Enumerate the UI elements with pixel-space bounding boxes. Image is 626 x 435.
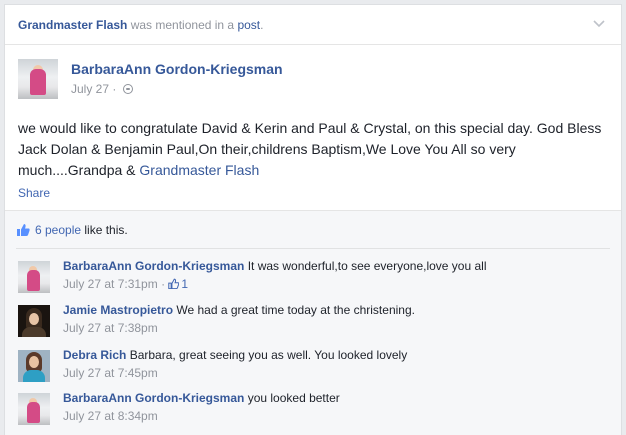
post-date[interactable]: July 27 xyxy=(71,82,109,96)
comment-timestamp[interactable]: July 27 at 7:45pm xyxy=(63,366,158,380)
comment-timestamp[interactable]: July 27 at 7:38pm xyxy=(63,321,158,335)
post-meta: July 27 · xyxy=(71,82,133,96)
comment-text: you looked better xyxy=(244,391,340,405)
commenter-name[interactable]: Jamie Mastropietro xyxy=(63,303,173,317)
meta-separator: · xyxy=(109,82,120,96)
comment-timestamp[interactable]: July 27 at 8:34pm xyxy=(63,409,158,423)
thumbs-up-icon xyxy=(17,224,30,236)
post-body: we would like to congratulate David & Ke… xyxy=(18,118,610,181)
comment-text: We had a great time today at the christe… xyxy=(173,303,415,317)
commenter-avatar[interactable] xyxy=(18,393,50,425)
chevron-down-icon[interactable] xyxy=(593,17,605,29)
commenter-avatar[interactable] xyxy=(18,305,50,337)
author-name[interactable]: BarbaraAnn Gordon-Kriegsman xyxy=(71,61,283,77)
post-card: Grandmaster Flash was mentioned in a pos… xyxy=(4,4,622,435)
mention-text: was mentioned in a xyxy=(127,18,238,32)
post-text: we would like to congratulate David & Ke… xyxy=(18,120,602,178)
likes-suffix: like this. xyxy=(81,223,128,237)
meta-separator: · xyxy=(157,277,169,291)
comment-text: It was wonderful,to see everyone,love yo… xyxy=(244,259,487,273)
commenter-name[interactable]: BarbaraAnn Gordon-Kriegsman xyxy=(63,259,244,273)
likers-link[interactable]: 6 people xyxy=(35,223,81,237)
likes-summary: 6 people like this. xyxy=(16,223,128,237)
commenter-name[interactable]: Debra Rich xyxy=(63,348,126,362)
share-link[interactable]: Share xyxy=(18,186,50,200)
comment-timestamp[interactable]: July 27 at 7:31pm xyxy=(63,277,158,291)
comment-like-count[interactable]: 1 xyxy=(181,277,188,291)
like-icon[interactable] xyxy=(168,278,180,289)
divider xyxy=(16,248,610,249)
commenter-name[interactable]: BarbaraAnn Gordon-Kriegsman xyxy=(63,391,244,405)
mention-notice: Grandmaster Flash was mentioned in a pos… xyxy=(5,5,621,45)
commenter-avatar[interactable] xyxy=(18,261,50,293)
author-avatar[interactable] xyxy=(18,59,58,99)
globe-icon[interactable] xyxy=(122,84,133,94)
comment-text: Barbara, great seeing you as well. You l… xyxy=(126,348,408,362)
post-link[interactable]: post xyxy=(237,18,260,32)
mention-end: . xyxy=(260,18,264,32)
feedback-section: 6 people like this. BarbaraAnn Gordon-Kr… xyxy=(5,210,621,435)
tagged-profile-link[interactable]: Grandmaster Flash xyxy=(139,162,259,178)
mentioned-profile-link[interactable]: Grandmaster Flash xyxy=(18,18,127,32)
commenter-avatar[interactable] xyxy=(18,350,50,382)
